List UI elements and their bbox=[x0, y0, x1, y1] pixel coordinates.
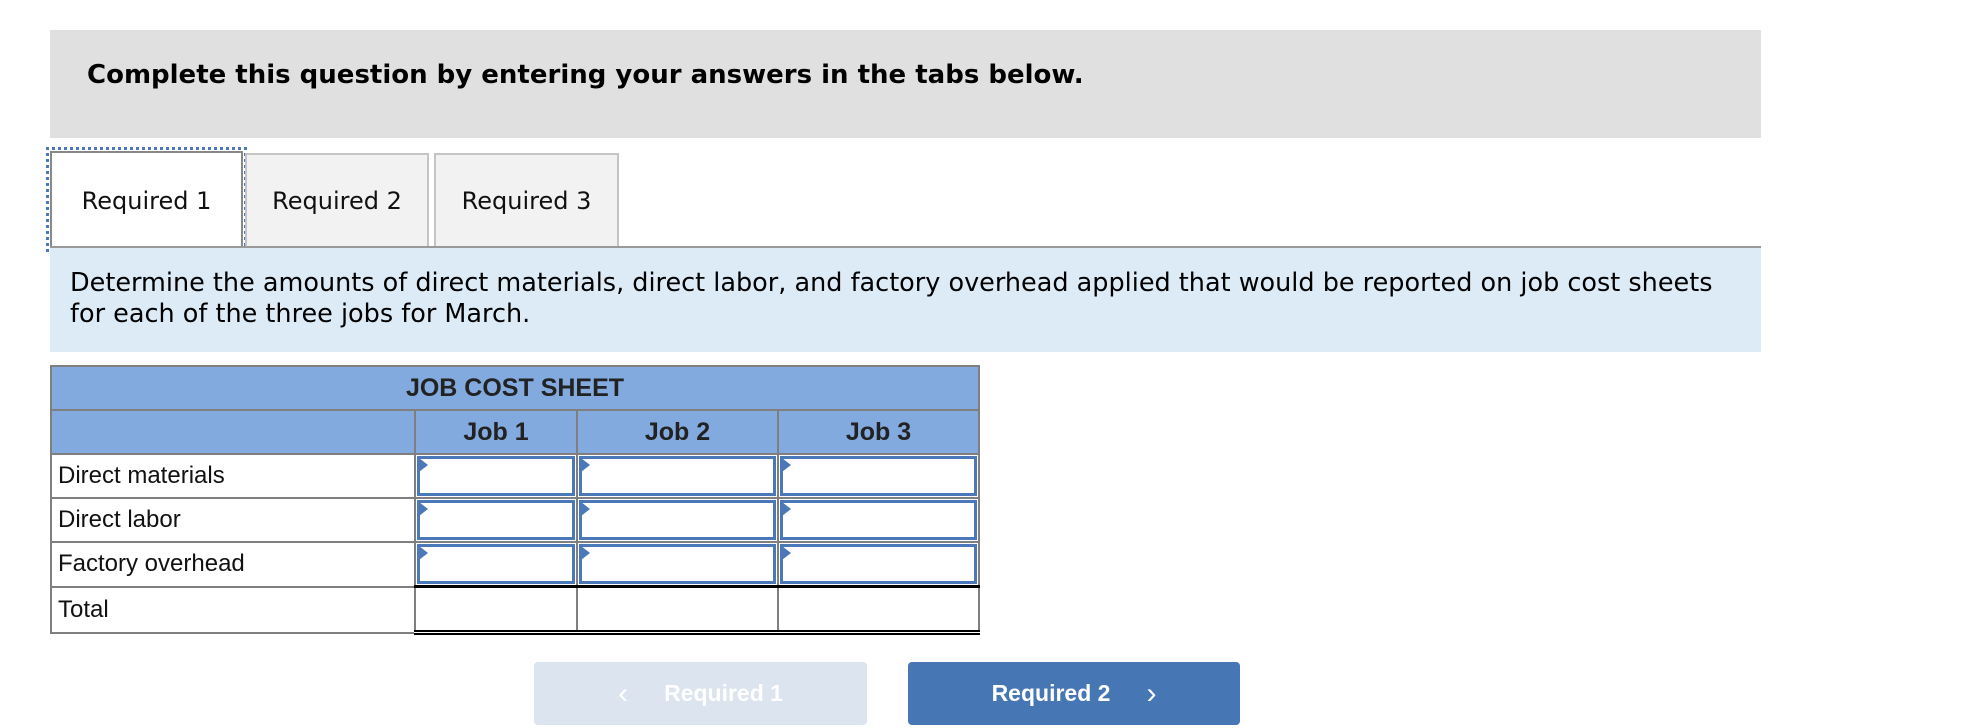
table-row-direct-materials: Direct materials bbox=[50, 453, 980, 499]
entry-flag-icon bbox=[782, 546, 791, 560]
tab-required-2[interactable]: Required 2 bbox=[245, 153, 429, 246]
header-blank bbox=[50, 409, 416, 455]
prompt-text: Determine the amounts of direct material… bbox=[70, 268, 1713, 329]
input-factory-overhead-job-1[interactable] bbox=[417, 544, 575, 584]
total-job-1 bbox=[414, 585, 578, 635]
tab-label: Required 1 bbox=[81, 186, 212, 215]
row-label: Total bbox=[50, 585, 416, 634]
entry-flag-icon bbox=[581, 502, 590, 516]
chevron-left-icon: ‹ bbox=[618, 676, 629, 710]
next-button-label: Required 2 bbox=[991, 680, 1111, 706]
entry-flag-icon bbox=[782, 458, 791, 472]
header-job-3: Job 3 bbox=[777, 409, 980, 455]
row-label: Direct materials bbox=[50, 453, 416, 499]
row-label: Direct labor bbox=[50, 497, 416, 543]
instructions-banner: Complete this question by entering your … bbox=[50, 30, 1761, 138]
tab-required-3[interactable]: Required 3 bbox=[434, 153, 619, 246]
entry-flag-icon bbox=[581, 458, 590, 472]
entry-flag-icon bbox=[782, 502, 791, 516]
table-row-direct-labor: Direct labor bbox=[50, 497, 980, 543]
total-job-3 bbox=[777, 585, 980, 635]
next-required-button[interactable]: Required 2 › bbox=[908, 662, 1240, 725]
input-direct-labor-job-3[interactable] bbox=[780, 500, 977, 540]
job-cost-sheet-table: JOB COST SHEET Job 1 Job 2 Job 3 Direct … bbox=[50, 365, 980, 635]
question-prompt: Determine the amounts of direct material… bbox=[50, 248, 1761, 352]
entry-flag-icon bbox=[419, 458, 428, 472]
prev-required-button[interactable]: ‹ Required 1 bbox=[534, 662, 867, 725]
instructions-text: Complete this question by entering your … bbox=[87, 60, 1084, 90]
table-header-row: Job 1 Job 2 Job 3 bbox=[50, 409, 980, 455]
header-job-1: Job 1 bbox=[414, 409, 578, 455]
input-direct-materials-job-1[interactable] bbox=[417, 456, 575, 496]
tab-label: Required 2 bbox=[272, 186, 402, 215]
table-row-total: Total bbox=[50, 585, 980, 635]
input-factory-overhead-job-2[interactable] bbox=[579, 544, 776, 584]
header-job-2: Job 2 bbox=[576, 409, 779, 455]
input-direct-materials-job-3[interactable] bbox=[780, 456, 977, 496]
entry-flag-icon bbox=[419, 502, 428, 516]
input-direct-labor-job-2[interactable] bbox=[579, 500, 776, 540]
input-direct-labor-job-1[interactable] bbox=[417, 500, 575, 540]
entry-flag-icon bbox=[419, 546, 428, 560]
input-factory-overhead-job-3[interactable] bbox=[780, 544, 977, 584]
table-title-row: JOB COST SHEET bbox=[50, 365, 980, 411]
table-row-factory-overhead: Factory overhead bbox=[50, 541, 980, 588]
tab-label: Required 3 bbox=[461, 186, 592, 215]
input-direct-materials-job-2[interactable] bbox=[579, 456, 776, 496]
entry-flag-icon bbox=[581, 546, 590, 560]
chevron-right-icon: › bbox=[1146, 676, 1157, 710]
row-label: Factory overhead bbox=[50, 541, 416, 588]
table-title: JOB COST SHEET bbox=[50, 365, 980, 411]
total-job-2 bbox=[576, 585, 779, 635]
prev-button-label: Required 1 bbox=[664, 680, 783, 706]
tab-required-1[interactable]: Required 1 bbox=[46, 147, 247, 252]
